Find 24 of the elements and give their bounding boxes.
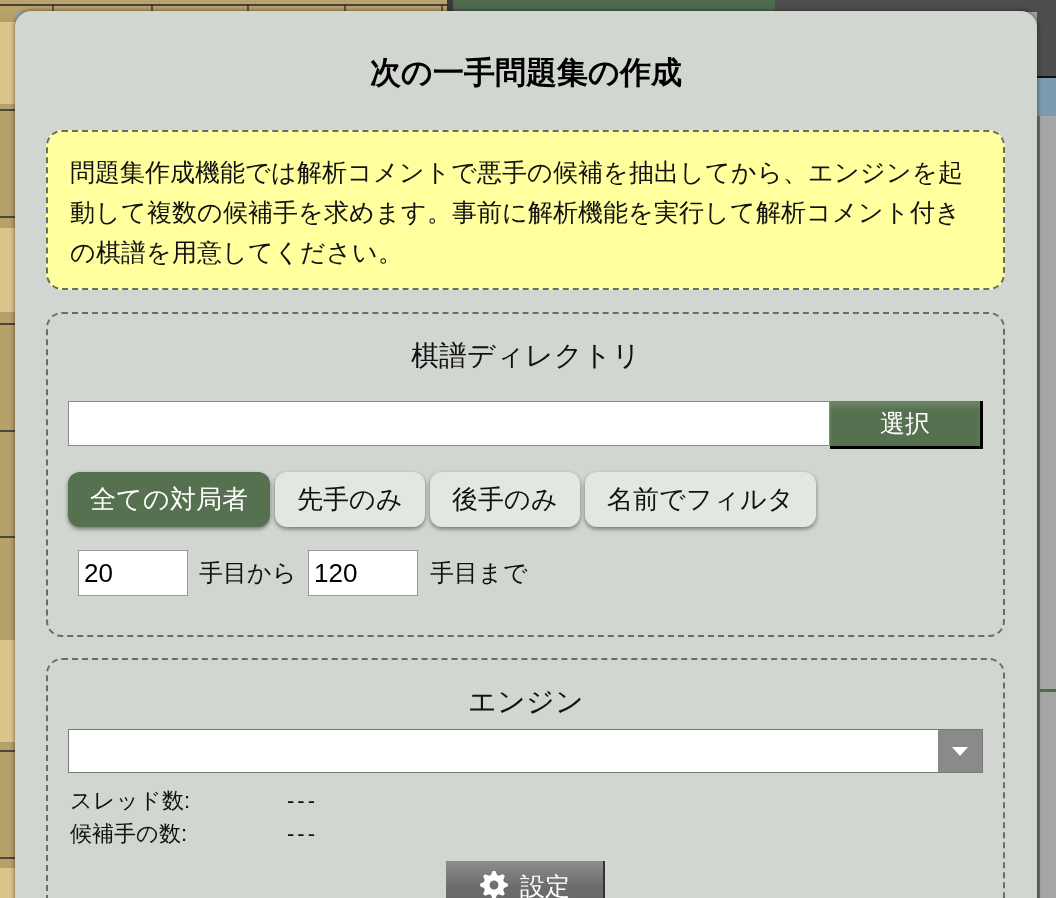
filter-button[interactable]: 先手のみ <box>275 472 425 527</box>
start-move-field[interactable]: 20 <box>78 550 188 596</box>
select-button[interactable]: 選択 <box>830 401 983 449</box>
info-text: 問題集作成機能では解析コメントで悪手の候補を抽出してから、エンジンを起動して複数の候補手を求めます。事前に解析機能を実行して解析コメント付きの棋譜を用意してください。 <box>70 157 964 268</box>
settings-icon <box>479 871 508 898</box>
tab-strip <box>1037 76 1056 116</box>
stat-label: 候補手の数: <box>69 820 189 848</box>
section-title: エンジン <box>466 685 585 719</box>
end-move-field[interactable]: 120 <box>308 550 418 596</box>
caret-icon <box>952 746 968 756</box>
settings-button[interactable]: 設定 <box>446 861 605 898</box>
range-label: 手目から <box>199 558 297 588</box>
engine-select[interactable] <box>68 729 983 773</box>
shogi-piece <box>0 868 16 898</box>
filter-button[interactable]: 名前でフィルタ <box>585 472 816 527</box>
dialog-title: 次の一手問題集の作成 <box>368 54 683 92</box>
range-label: 手目まで <box>430 558 528 588</box>
stat-label: スレッド数: <box>69 787 192 815</box>
stat-value: --- <box>287 787 318 815</box>
filter-button[interactable]: 全ての対局者 <box>68 472 270 527</box>
stat-value: --- <box>287 820 318 848</box>
directory-field[interactable] <box>68 401 830 446</box>
section-title: 棋譜ディレクトリ <box>409 339 642 373</box>
filter-button[interactable]: 後手のみ <box>430 472 580 527</box>
